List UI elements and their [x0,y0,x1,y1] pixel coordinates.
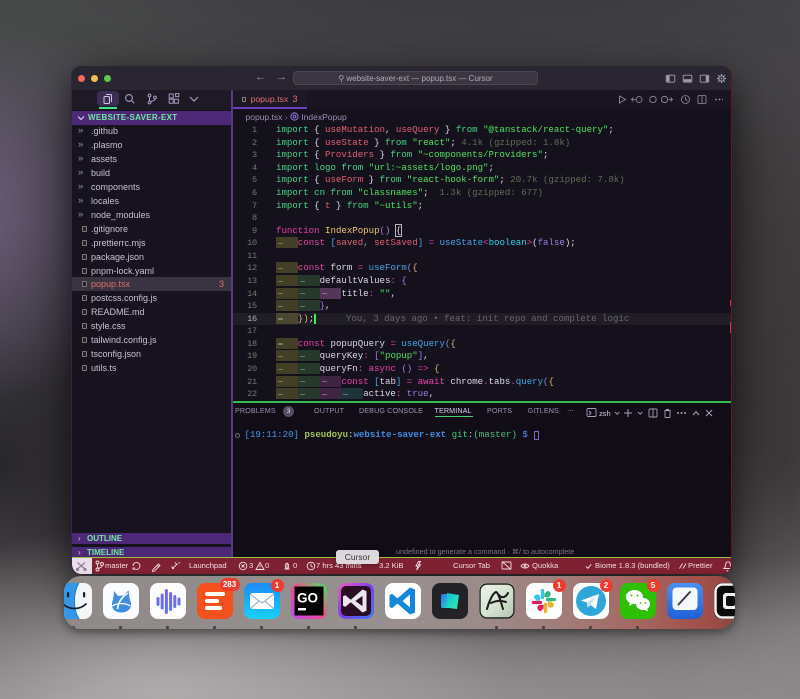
svg-text:GO: GO [297,590,318,605]
svg-text:zsh: zsh [599,409,611,418]
